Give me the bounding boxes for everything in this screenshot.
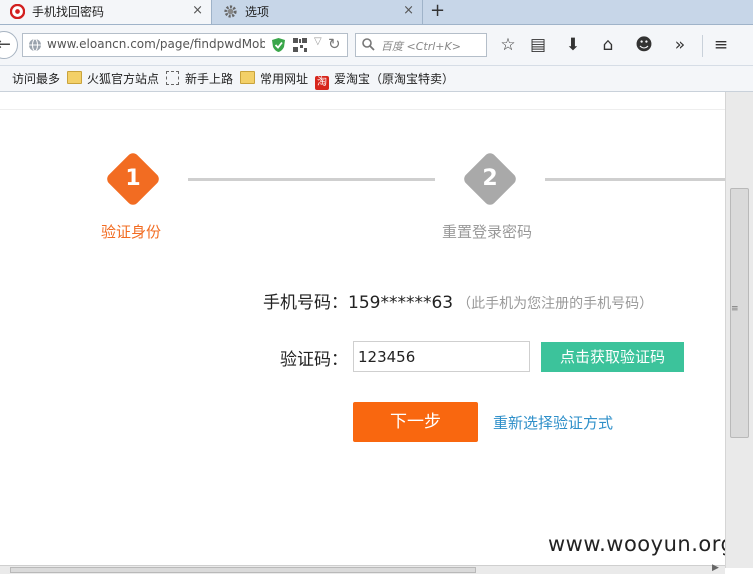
close-tab-icon[interactable]: ×	[192, 0, 203, 22]
scroll-right-icon[interactable]: ▶	[712, 563, 719, 573]
close-tab-icon[interactable]: ×	[403, 0, 414, 22]
url-text[interactable]: www.eloancn.com/page/findpwdMob	[47, 37, 265, 51]
back-arrow-icon: ←	[0, 34, 11, 55]
overflow-icon[interactable]: »	[670, 35, 690, 55]
step-2-number: 2	[482, 166, 498, 191]
star-icon[interactable]: ☆	[498, 35, 518, 55]
phone-number-row: 手机号码：159******63 （此手机为您注册的手机号码）	[263, 288, 653, 313]
get-code-button[interactable]: 点击获取验证码	[541, 342, 684, 372]
step-connector	[545, 178, 725, 181]
bookmark-ai-taobao[interactable]: 淘爱淘宝（原淘宝特卖）	[315, 70, 454, 90]
taobao-icon: 淘	[315, 76, 329, 90]
new-tab-button[interactable]: +	[430, 0, 445, 22]
scroll-grip-icon: ≡	[731, 304, 739, 314]
divider	[0, 109, 725, 110]
gear-icon	[224, 5, 237, 18]
bookmark-label: 常用网址	[260, 72, 309, 86]
chevron-down-icon[interactable]: ▽	[314, 36, 322, 47]
tab-label: 选项	[245, 5, 270, 19]
phone-label: 手机号码：	[263, 293, 348, 313]
chat-icon[interactable]: ☻	[634, 35, 654, 55]
search-input[interactable]: 百度 <Ctrl+K>	[355, 33, 487, 57]
vertical-scrollbar[interactable]: ≡	[725, 92, 753, 568]
qr-code-icon[interactable]	[293, 38, 307, 52]
tab-label: 手机找回密码	[32, 5, 105, 19]
site-favicon-icon	[10, 4, 25, 19]
bookmark-getting-started[interactable]: 新手上路	[166, 70, 233, 87]
reselect-verification-link[interactable]: 重新选择验证方式	[493, 412, 613, 433]
page-icon	[166, 71, 179, 85]
shield-icon[interactable]	[271, 37, 286, 53]
scrollbar-thumb[interactable]	[10, 567, 476, 573]
next-step-button[interactable]: 下一步	[353, 402, 478, 442]
step-1-label: 验证身份	[101, 223, 162, 241]
globe-icon	[29, 38, 41, 52]
bookmark-label: 访问最多	[12, 72, 61, 86]
menu-icon[interactable]: ≡	[711, 35, 731, 55]
toolbar-separator	[702, 35, 703, 57]
bookmark-most-visited[interactable]: 访问最多	[12, 70, 60, 87]
bookmarks-toolbar: 访问最多 火狐官方站点 新手上路 常用网址 淘爱淘宝（原淘宝特卖）	[0, 66, 753, 92]
search-placeholder: 百度 <Ctrl+K>	[381, 40, 461, 53]
bookmark-common-sites[interactable]: 常用网址	[240, 70, 308, 87]
step-connector	[188, 178, 435, 181]
tab-options[interactable]: 选项 ×	[213, 0, 423, 24]
bookmark-firefox-site[interactable]: 火狐官方站点	[67, 70, 159, 87]
step-1-number: 1	[125, 166, 141, 191]
verification-code-label: 验证码：	[280, 350, 348, 370]
bookmark-label: 火狐官方站点	[87, 72, 160, 86]
back-button[interactable]: ←	[0, 31, 18, 59]
tab-find-password[interactable]: 手机找回密码 ×	[0, 0, 212, 24]
watermark: www.wooyun.org	[548, 532, 735, 556]
download-icon[interactable]: ⬇	[563, 35, 583, 55]
bookmark-label: 新手上路	[185, 72, 234, 86]
folder-icon	[240, 71, 255, 84]
reload-icon[interactable]: ↻	[328, 35, 341, 53]
verification-code-input[interactable]	[353, 341, 530, 372]
phone-number-value: 159******63	[348, 293, 454, 313]
navigation-toolbar: ← www.eloancn.com/page/findpwdMob ▽ ↻ 百度…	[0, 25, 753, 66]
folder-icon	[67, 71, 82, 84]
search-icon	[362, 38, 375, 51]
home-icon[interactable]: ⌂	[598, 35, 618, 55]
reading-list-icon[interactable]: ▤	[528, 35, 548, 55]
step-2-label: 重置登录密码	[442, 223, 533, 241]
page-content: 1 2 验证身份 重置登录密码 手机号码：159******63 （此手机为您注册…	[0, 92, 734, 568]
bookmark-label: 爱淘宝（原淘宝特卖）	[334, 72, 455, 86]
phone-note: （此手机为您注册的手机号码）	[457, 296, 654, 312]
tab-strip: 手机找回密码 × 选项 × +	[0, 0, 753, 25]
address-bar[interactable]: www.eloancn.com/page/findpwdMob ▽ ↻	[22, 33, 348, 57]
